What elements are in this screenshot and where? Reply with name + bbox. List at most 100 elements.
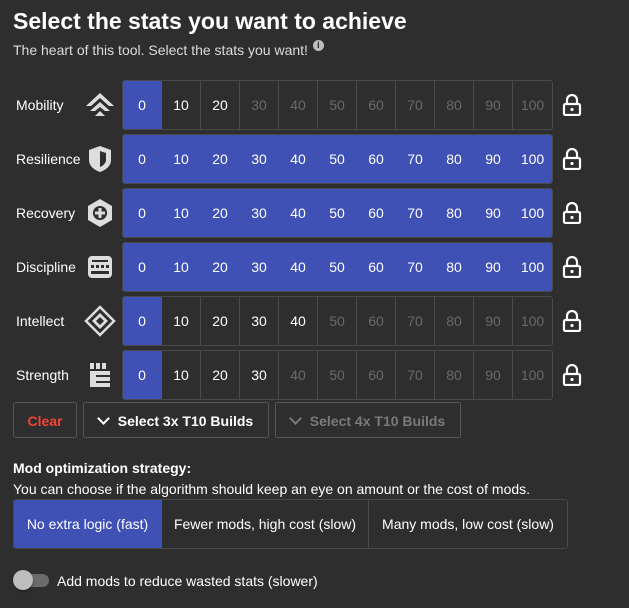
strategy-option-many-mods[interactable]: Many mods, low cost (slow) [369, 500, 567, 548]
lock-icon[interactable] [562, 93, 582, 117]
stat-value-90: 90 [474, 81, 513, 129]
stat-value-90[interactable]: 90 [474, 135, 513, 183]
stat-value-20[interactable]: 20 [201, 81, 240, 129]
stat-value-40[interactable]: 40 [279, 297, 318, 345]
stat-value-20[interactable]: 20 [201, 189, 240, 237]
stat-value-10[interactable]: 10 [162, 135, 201, 183]
stat-value-40: 40 [279, 351, 318, 399]
stat-value-30[interactable]: 30 [240, 297, 279, 345]
discipline-icon [84, 251, 116, 283]
stat-value-80: 80 [435, 351, 474, 399]
info-icon[interactable]: i [312, 40, 324, 51]
stat-value-80[interactable]: 80 [435, 189, 474, 237]
stat-value-60: 60 [357, 81, 396, 129]
stat-label: Mobility [16, 97, 64, 113]
stat-value-30[interactable]: 30 [240, 243, 279, 291]
stat-value-40[interactable]: 40 [279, 243, 318, 291]
stat-value-70: 70 [396, 297, 435, 345]
intellect-icon [84, 305, 116, 337]
stat-selector: 0 10 20 30 40 50 60 70 80 90 100 [122, 350, 553, 400]
stat-value-10[interactable]: 10 [162, 297, 201, 345]
stat-row-intellect: Intellect 0 10 20 30 40 50 60 70 80 90 100 [0, 296, 629, 346]
stat-value-30: 30 [240, 81, 279, 129]
stat-value-60[interactable]: 60 [357, 189, 396, 237]
stat-value-80: 80 [435, 297, 474, 345]
stat-value-50: 50 [318, 297, 357, 345]
select-4x-t10-button: Select 4x T10 Builds [275, 402, 461, 438]
strategy-option-no-extra-logic[interactable]: No extra logic (fast) [14, 500, 162, 548]
stat-value-100[interactable]: 100 [513, 243, 552, 291]
stat-value-70[interactable]: 70 [396, 243, 435, 291]
stat-selector: 0 10 20 30 40 50 60 70 80 90 100 [122, 188, 553, 238]
stat-value-90: 90 [474, 351, 513, 399]
strength-icon [84, 359, 116, 391]
stat-value-40[interactable]: 40 [279, 135, 318, 183]
stat-value-10[interactable]: 10 [162, 189, 201, 237]
stat-value-20[interactable]: 20 [201, 297, 240, 345]
select-3x-label: Select 3x T10 Builds [117, 413, 254, 429]
stat-row-resilience: Resilience 0 10 20 30 40 50 60 70 80 90 100 [0, 134, 629, 184]
stat-value-80[interactable]: 80 [435, 135, 474, 183]
lock-icon[interactable] [562, 255, 582, 279]
stat-value-20[interactable]: 20 [201, 243, 240, 291]
stat-value-100: 100 [520, 97, 545, 113]
lock-icon[interactable] [562, 147, 582, 171]
select-3x-t10-button[interactable]: Select 3x T10 Builds [83, 402, 269, 438]
stat-value-10[interactable]: 10 [162, 351, 201, 399]
stat-value-100: 100 [520, 313, 545, 329]
resilience-icon [84, 143, 116, 175]
stat-value-60: 60 [357, 351, 396, 399]
lock-icon[interactable] [562, 309, 582, 333]
stat-value-0[interactable]: 0 [123, 351, 162, 399]
mobility-icon [84, 89, 116, 121]
stat-value-30[interactable]: 30 [240, 189, 279, 237]
stat-value-80[interactable]: 80 [435, 243, 474, 291]
stat-value-70: 70 [396, 81, 435, 129]
stat-value-70[interactable]: 70 [396, 189, 435, 237]
stat-selector: 0 10 20 30 40 50 60 70 80 90 100 [122, 80, 553, 130]
stat-value-0[interactable]: 0 [123, 135, 162, 183]
clear-button[interactable]: Clear [13, 402, 77, 438]
stat-value-30[interactable]: 30 [240, 135, 279, 183]
stat-value-30[interactable]: 30 [240, 351, 279, 399]
stat-value-50[interactable]: 50 [318, 135, 357, 183]
strategy-description: You can choose if the algorithm should k… [13, 481, 531, 497]
stat-value-60[interactable]: 60 [357, 243, 396, 291]
lock-icon[interactable] [562, 201, 582, 225]
stat-value-100[interactable]: 100 [513, 189, 552, 237]
stat-value-0[interactable]: 0 [123, 297, 162, 345]
stat-value-40: 40 [279, 81, 318, 129]
wasted-stats-toggle-label: Add mods to reduce wasted stats (slower) [57, 573, 318, 589]
strategy-option-fewer-mods[interactable]: Fewer mods, high cost (slow) [162, 500, 369, 548]
stat-value-100: 100 [520, 367, 545, 383]
stat-value-0[interactable]: 0 [123, 81, 162, 129]
stat-value-50[interactable]: 50 [318, 189, 357, 237]
stat-value-10[interactable]: 10 [162, 81, 201, 129]
stat-value-40[interactable]: 40 [279, 189, 318, 237]
stat-value-50[interactable]: 50 [318, 243, 357, 291]
lock-icon[interactable] [562, 363, 582, 387]
stat-selector: 0 10 20 30 40 50 60 70 80 90 100 [122, 296, 553, 346]
stat-value-10[interactable]: 10 [162, 243, 201, 291]
stat-value-0[interactable]: 0 [123, 243, 162, 291]
stat-selector: 0 10 20 30 40 50 60 70 80 90 100 [122, 134, 553, 184]
page-subtitle: The heart of this tool. Select the stats… [13, 40, 324, 59]
select-4x-label: Select 4x T10 Builds [309, 413, 446, 429]
stat-value-0[interactable]: 0 [123, 189, 162, 237]
stat-value-100[interactable]: 100 [513, 135, 552, 183]
stat-value-80: 80 [435, 81, 474, 129]
stat-value-70: 70 [396, 351, 435, 399]
stat-value-20[interactable]: 20 [201, 135, 240, 183]
chevron-down-icon [96, 412, 110, 425]
stat-value-70[interactable]: 70 [396, 135, 435, 183]
stat-value-20[interactable]: 20 [201, 351, 240, 399]
wasted-stats-toggle[interactable] [13, 570, 49, 590]
stat-row-strength: Strength 0 10 20 30 40 50 60 70 80 90 100 [0, 350, 629, 400]
stat-value-90[interactable]: 90 [474, 243, 513, 291]
stat-value-90: 90 [474, 297, 513, 345]
subtitle-text: The heart of this tool. Select the stats… [13, 42, 308, 58]
stat-value-60[interactable]: 60 [357, 135, 396, 183]
stat-value-90[interactable]: 90 [474, 189, 513, 237]
stat-value-60: 60 [357, 297, 396, 345]
chevron-down-icon [288, 412, 302, 425]
